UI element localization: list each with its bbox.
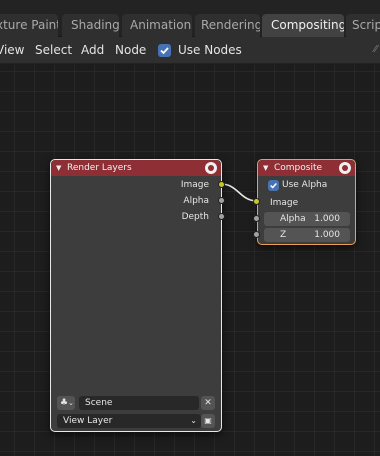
scene-clear-button[interactable]: ✕ xyxy=(201,396,215,410)
node-title: Render Layers xyxy=(67,163,132,173)
render-icon[interactable] xyxy=(339,162,351,174)
checkmark-icon xyxy=(160,47,169,55)
tab-animation[interactable]: Animation xyxy=(122,14,192,37)
input-z-socket[interactable] xyxy=(253,231,260,238)
render-icon[interactable] xyxy=(205,162,217,174)
output-depth-label: Depth xyxy=(181,212,209,222)
tab-shading[interactable]: Shading xyxy=(62,14,119,37)
menu-node[interactable]: Node xyxy=(115,37,146,64)
alpha-value-field[interactable]: Alpha 1.000 xyxy=(264,212,350,226)
menu-select[interactable]: Select xyxy=(35,37,72,64)
alpha-label: Alpha xyxy=(280,214,306,224)
input-image-socket[interactable] xyxy=(253,198,260,205)
chevron-down-icon: ⌄ xyxy=(190,416,197,425)
close-icon: ✕ xyxy=(204,398,212,408)
scene-icon: ♣ xyxy=(60,398,69,408)
tab-label: Compositing xyxy=(271,18,344,32)
render-layers-node[interactable]: ▼ Render Layers Image Alpha Depth ♣ ⌄ Sc… xyxy=(50,159,222,432)
node-editor-header: View Select Add Node Use Nodes ⁄⁄ xyxy=(0,37,380,64)
output-alpha-socket[interactable] xyxy=(218,197,225,204)
menu-view[interactable]: View xyxy=(0,37,24,64)
node-header[interactable]: ▼ Composite xyxy=(258,160,355,176)
z-value-field[interactable]: Z 1.000 xyxy=(264,228,350,242)
scene-browse-button[interactable]: ♣ ⌄ xyxy=(57,396,75,410)
scene-value: Scene xyxy=(85,398,113,408)
node-title: Composite xyxy=(274,163,323,173)
tab-label: Rendering xyxy=(201,18,260,32)
use-alpha-label: Use Alpha xyxy=(282,180,328,190)
tab-label: Shading xyxy=(71,18,119,32)
render-layer-button[interactable]: ▣ xyxy=(201,414,215,428)
tab-rendering[interactable]: Rendering xyxy=(195,14,260,37)
tab-scripting[interactable]: Script xyxy=(346,14,380,37)
output-image-label: Image xyxy=(180,180,209,190)
z-value: 1.000 xyxy=(314,230,340,240)
use-alpha-checkbox[interactable] xyxy=(268,180,279,191)
tab-label: Animation xyxy=(130,18,192,32)
scene-field[interactable]: Scene xyxy=(79,396,199,410)
output-depth-socket[interactable] xyxy=(218,213,225,220)
use-nodes-checkbox[interactable] xyxy=(158,44,171,57)
use-nodes-label: Use Nodes xyxy=(178,43,242,57)
chevron-down-icon: ⌄ xyxy=(68,399,74,407)
area-resize-icon[interactable]: ⁄⁄ xyxy=(374,44,380,58)
collapse-arrow-icon[interactable]: ▼ xyxy=(263,160,268,176)
workspace-tabs-bar: xture Paint Shading Animation Rendering … xyxy=(0,0,380,37)
tab-texture-paint[interactable]: xture Paint xyxy=(0,14,58,37)
view-layer-dropdown[interactable]: View Layer ⌄ xyxy=(57,414,201,428)
node-canvas[interactable]: ▼ Render Layers Image Alpha Depth ♣ ⌄ Sc… xyxy=(0,65,380,456)
tab-compositing[interactable]: Compositing xyxy=(262,14,344,37)
output-image-socket[interactable] xyxy=(218,181,225,188)
output-alpha-label: Alpha xyxy=(183,196,209,206)
composite-node[interactable]: ▼ Composite Use Alpha Image Alpha 1.000 … xyxy=(257,159,356,245)
input-image-label: Image xyxy=(270,198,299,208)
image-icon: ▣ xyxy=(204,416,212,425)
collapse-arrow-icon[interactable]: ▼ xyxy=(56,160,61,176)
tab-label: xture Paint xyxy=(0,18,58,32)
menu-add[interactable]: Add xyxy=(81,37,104,64)
z-label: Z xyxy=(280,230,287,240)
tab-label: Script xyxy=(352,18,380,32)
alpha-value: 1.000 xyxy=(314,214,340,224)
input-alpha-socket[interactable] xyxy=(253,215,260,222)
view-layer-value: View Layer xyxy=(63,416,113,426)
node-header[interactable]: ▼ Render Layers xyxy=(51,160,221,176)
checkmark-icon xyxy=(270,182,277,189)
